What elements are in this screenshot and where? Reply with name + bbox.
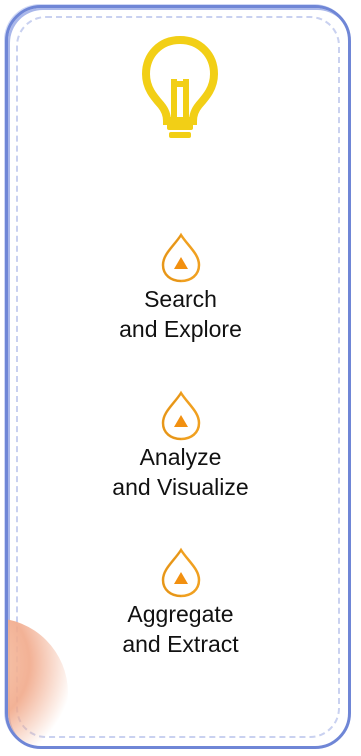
step-aggregate-extract: Aggregate and Extract	[0, 547, 361, 659]
step-label-line2: and Extract	[122, 631, 239, 657]
step-label-line2: and Visualize	[112, 474, 249, 500]
step-label-line1: Aggregate	[127, 601, 234, 627]
lightbulb-icon	[141, 35, 219, 138]
step-label-line1: Analyze	[139, 444, 222, 470]
step-search-explore: Search and Explore	[0, 232, 361, 344]
droplet-arrow-up-icon	[161, 390, 200, 441]
step-label-line1: Search	[144, 286, 217, 312]
droplet-arrow-up-icon	[161, 232, 200, 283]
step-label-line2: and Explore	[119, 316, 242, 342]
droplet-arrow-up-icon	[161, 547, 200, 598]
step-analyze-visualize: Analyze and Visualize	[0, 390, 361, 502]
